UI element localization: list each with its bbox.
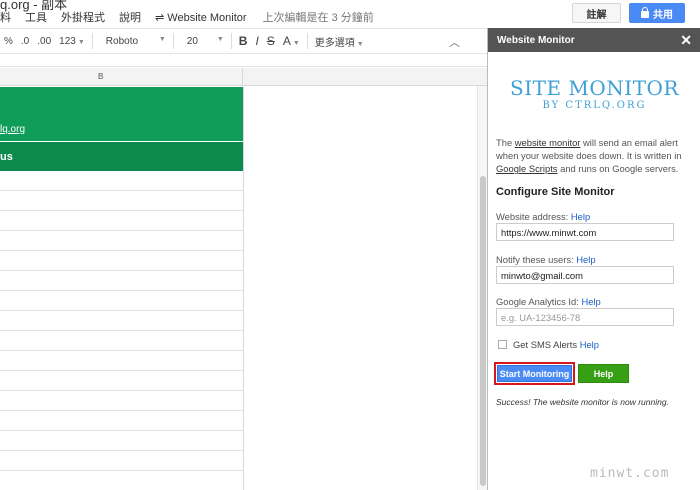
table-row[interactable] [0, 291, 243, 311]
analytics-id-input[interactable]: e.g. UA-123456-78 [496, 308, 674, 326]
table-row[interactable] [0, 331, 243, 351]
more-options-dropdown[interactable]: 更多選項 ▼ [311, 34, 368, 49]
table-row[interactable] [0, 251, 243, 271]
vertical-scrollbar[interactable] [477, 86, 487, 490]
table-row[interactable] [0, 211, 243, 231]
sms-help-link[interactable]: Help [580, 339, 599, 350]
start-monitoring-button[interactable]: Start Monitoring [497, 365, 572, 382]
header-cell-green[interactable] [0, 87, 243, 141]
menu-item-addons[interactable]: 外掛程式 [61, 9, 105, 25]
notify-users-input[interactable]: minwto@gmail.com [496, 266, 674, 284]
font-size-dropdown[interactable]: 20 ▼ [183, 36, 228, 47]
bold-button[interactable]: B [235, 34, 252, 48]
top-bar: q.org - 副本 料 工具 外掛程式 說明 ⇌ Website Monito… [0, 0, 700, 27]
table-row[interactable] [0, 171, 243, 191]
scrollbar-thumb[interactable] [480, 176, 486, 486]
menu-item-tools[interactable]: 工具 [25, 9, 47, 25]
table-row[interactable] [0, 271, 243, 291]
table-row[interactable] [0, 411, 243, 431]
text-color-button[interactable]: A ▼ [279, 34, 304, 48]
table-row[interactable] [0, 451, 243, 471]
strikethrough-button[interactable]: S [263, 34, 279, 48]
notify-help-link[interactable]: Help [576, 254, 595, 265]
sms-alerts-label: Get SMS Alerts Help [513, 339, 599, 350]
table-row[interactable] [0, 431, 243, 451]
menu-item-website-monitor[interactable]: ⇌ Website Monitor [155, 11, 247, 24]
table-row[interactable] [0, 391, 243, 411]
column-header-b[interactable]: B [0, 68, 243, 86]
cell-link[interactable]: lq.org [0, 124, 25, 135]
google-scripts-link[interactable]: Google Scripts [496, 163, 558, 174]
share-button[interactable]: 共用 [629, 3, 685, 23]
last-edit-status[interactable]: 上次編輯是在 3 分鐘前 [263, 9, 374, 25]
formula-bar[interactable] [0, 55, 487, 67]
site-monitor-logo: SITE MONITOR [510, 76, 679, 100]
column-header-row: B [0, 68, 487, 86]
caret-down-icon: ▼ [158, 35, 166, 43]
website-monitor-link[interactable]: website monitor [515, 137, 581, 148]
collapse-chevron-icon[interactable]: ︿ [449, 34, 460, 50]
table-row[interactable] [0, 231, 243, 251]
table-row[interactable] [0, 191, 243, 211]
refresh-arrows-icon: ⇌ [155, 11, 165, 24]
sidebar-title: Website Monitor [497, 34, 575, 46]
italic-button[interactable]: I [251, 34, 262, 48]
table-row[interactable] [0, 311, 243, 331]
lock-icon [641, 6, 649, 18]
help-button[interactable]: Help [578, 364, 629, 383]
increase-decimal-button[interactable]: .00 [33, 36, 55, 47]
toolbar-divider [230, 33, 232, 49]
caret-down-icon: ▼ [77, 38, 85, 46]
website-address-input[interactable]: https://www.minwt.com [496, 223, 674, 241]
website-monitor-sidebar: Website Monitor ✕ SITE MONITOR BY CTRLQ.… [487, 28, 700, 490]
caret-down-icon: ▼ [356, 40, 364, 48]
analytics-id-label: Google Analytics Id: Help [496, 296, 601, 307]
toolbar-divider [172, 33, 174, 49]
number-format-dropdown[interactable]: 123 ▼ [55, 36, 89, 47]
sms-alerts-checkbox[interactable] [498, 340, 507, 349]
percent-format-button[interactable]: % [0, 36, 17, 47]
success-message: Success! The website monitor is now runn… [496, 397, 669, 407]
comment-button[interactable]: 註解 [572, 3, 621, 23]
start-monitoring-highlight: Start Monitoring [494, 362, 575, 385]
configure-heading: Configure Site Monitor [496, 186, 615, 198]
description-text: The website monitor will send an email a… [496, 137, 682, 174]
menu-item-help[interactable]: 說明 [119, 9, 141, 25]
caret-down-icon: ▼ [216, 35, 224, 43]
table-row[interactable] [0, 351, 243, 371]
notify-users-label: Notify these users: Help [496, 254, 596, 265]
empty-rows [0, 171, 243, 490]
menu-item-data[interactable]: 料 [0, 9, 11, 25]
status-header-cell[interactable]: us [0, 142, 243, 171]
analytics-help-link[interactable]: Help [581, 296, 600, 307]
menu-bar: 料 工具 外掛程式 說明 ⇌ Website Monitor 上次編輯是在 3 … [0, 9, 374, 25]
table-row[interactable] [0, 371, 243, 391]
logo-byline: BY CTRLQ.ORG [542, 100, 647, 111]
column-divider [243, 87, 244, 490]
website-help-link[interactable]: Help [571, 211, 590, 222]
formatting-toolbar: % .0 .00 123 ▼ Roboto ▼ 20 ▼ B I S A ▼ 更多選項 ▼ [0, 28, 487, 54]
sidebar-header: Website Monitor ✕ [488, 28, 700, 52]
close-icon[interactable]: ✕ [680, 32, 692, 49]
toolbar-divider [306, 33, 308, 49]
watermark: minwt.com [590, 466, 670, 481]
font-family-dropdown[interactable]: Roboto ▼ [102, 36, 170, 47]
decrease-decimal-button[interactable]: .0 [17, 36, 33, 47]
toolbar-divider [91, 33, 93, 49]
caret-down-icon: ▼ [292, 40, 300, 47]
website-address-label: Website address: Help [496, 211, 591, 222]
